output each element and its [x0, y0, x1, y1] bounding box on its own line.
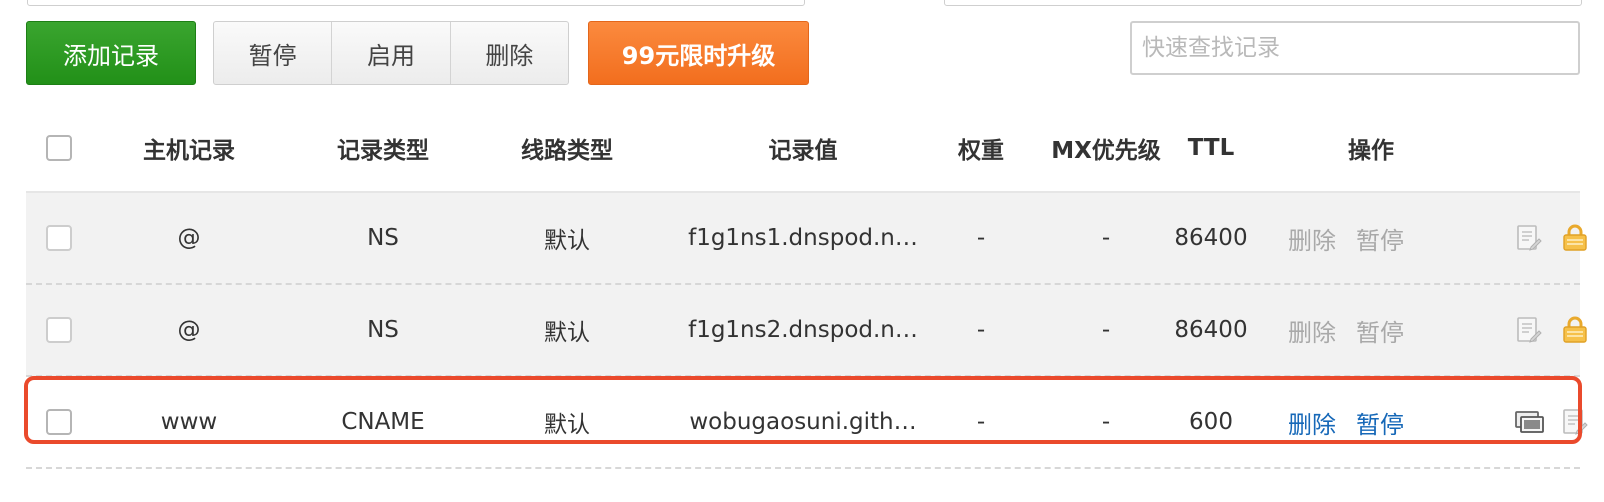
delete-button[interactable]: 删除 [449, 22, 568, 84]
header-ttl: TTL [1187, 135, 1235, 161]
row-delete-link[interactable]: 删除 [1288, 405, 1336, 440]
table-header-row: 主机记录 记录类型 线路类型 记录值 权重 MX优先级 TTL 操作 [26, 105, 1580, 193]
cell-type: CNAME [341, 409, 425, 435]
row-icons [1514, 377, 1590, 467]
cell-mx: - [1101, 225, 1111, 251]
row-delete-link[interactable]: 删除 [1288, 313, 1336, 348]
table-row: www CNAME 默认 wobugaosuni.gith… - - 600 删… [26, 377, 1588, 469]
edit-doc-icon[interactable] [1514, 223, 1544, 253]
records-table: 主机记录 记录类型 线路类型 记录值 权重 MX优先级 TTL 操作 @ NS … [26, 105, 1588, 469]
header-mx: MX优先级 [1051, 138, 1161, 164]
header-weight: 权重 [958, 138, 1004, 164]
table-row: @ NS 默认 f1g1ns1.dnspod.n… - - 86400 删除 暂… [26, 193, 1587, 285]
table-row: @ NS 默认 f1g1ns2.dnspod.n… - - 86400 删除 暂… [26, 285, 1587, 377]
row-pause-link[interactable]: 暂停 [1356, 313, 1404, 348]
row-checkbox[interactable] [46, 225, 72, 251]
row-ops: 删除 暂停 [1288, 377, 1404, 467]
cell-type: NS [367, 317, 399, 343]
cell-line: 默认 [544, 228, 590, 254]
lock-icon [1560, 223, 1590, 253]
cell-ttl: 86400 [1174, 317, 1248, 343]
cell-host: www [160, 409, 218, 435]
lock-icon [1560, 315, 1590, 345]
cell-mx: - [1101, 409, 1111, 435]
cell-line: 默认 [544, 320, 590, 346]
cell-weight: - [976, 409, 986, 435]
cell-value: wobugaosuni.gith… [689, 409, 917, 435]
row-icons [1514, 285, 1590, 375]
upgrade-button[interactable]: 99元限时升级 [588, 21, 809, 85]
enable-button[interactable]: 启用 [331, 22, 449, 84]
cell-value: f1g1ns1.dnspod.n… [688, 225, 918, 251]
row-pause-link[interactable]: 暂停 [1356, 221, 1404, 256]
edit-doc-icon[interactable] [1514, 315, 1544, 345]
row-checkbox[interactable] [46, 409, 72, 435]
record-search-input[interactable] [1130, 21, 1580, 75]
dns-records-page: 添加记录 暂停 启用 删除 99元限时升级 主机记录 记录类型 线路类型 记录值… [0, 0, 1604, 502]
cell-value: f1g1ns2.dnspod.n… [688, 317, 918, 343]
cell-weight: - [976, 317, 986, 343]
row-ops: 删除 暂停 [1288, 285, 1404, 375]
header-host: 主机记录 [143, 138, 235, 164]
row-icons [1514, 193, 1590, 283]
header-line: 线路类型 [521, 138, 613, 164]
cell-ttl: 86400 [1174, 225, 1248, 251]
cell-ttl: 600 [1189, 409, 1233, 435]
cell-type: NS [367, 225, 399, 251]
pause-button[interactable]: 暂停 [214, 22, 331, 84]
bulk-action-group: 暂停 启用 删除 [213, 21, 569, 85]
select-all-checkbox[interactable] [46, 135, 72, 161]
row-pause-link[interactable]: 暂停 [1356, 405, 1404, 440]
cell-mx: - [1101, 317, 1111, 343]
top-input-left[interactable] [27, 0, 805, 6]
top-input-right[interactable] [944, 0, 1582, 6]
add-record-button[interactable]: 添加记录 [26, 21, 196, 85]
cell-weight: - [976, 225, 986, 251]
edit-doc-icon[interactable] [1560, 407, 1590, 437]
header-value: 记录值 [768, 138, 838, 164]
header-type: 记录类型 [337, 138, 429, 164]
cell-line: 默认 [544, 412, 590, 438]
cell-host: @ [177, 317, 201, 343]
header-ops: 操作 [1348, 138, 1394, 164]
row-ops: 删除 暂停 [1288, 193, 1404, 283]
row-delete-link[interactable]: 删除 [1288, 221, 1336, 256]
cell-host: @ [177, 225, 201, 251]
screens-icon[interactable] [1514, 407, 1544, 437]
row-checkbox[interactable] [46, 317, 72, 343]
